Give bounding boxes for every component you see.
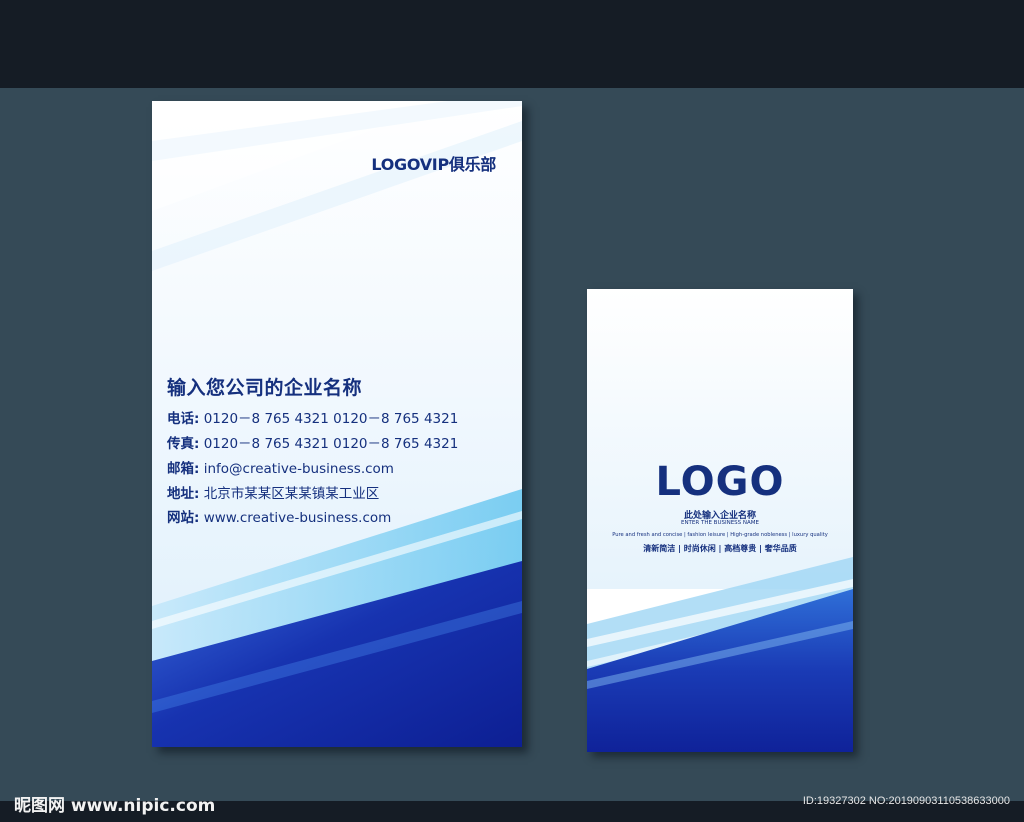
slogan-cn: 清新简洁 | 时尚休闲 | 高档尊贵 | 奢华品质 (643, 544, 797, 553)
address-label: 地址: (167, 486, 200, 502)
logo-text: LOGO (655, 459, 785, 505)
top-dark-band (0, 0, 1024, 88)
business-card-back: LOGO 此处输入企业名称 ENTER THE BUSINESS NAME Pu… (587, 289, 853, 752)
business-card-front: LOGOVIP俱乐部 输入您公司的企业名称 电话: 0120－8 765 432… (152, 101, 522, 747)
email-line: 邮箱: info@creative-business.com (167, 457, 394, 477)
fax-line: 传真: 0120－8 765 4321 0120－8 765 4321 (167, 432, 458, 452)
watermark-site: 昵图网 www.nipic.com (14, 796, 216, 816)
address-line: 地址: 北京市某某区某某镇某工业区 (167, 482, 379, 502)
fax-label: 传真: (167, 436, 200, 452)
website-line: 网站: www.creative-business.com (167, 506, 391, 526)
phone-label: 电话: (167, 411, 200, 427)
phone-value: 0120－8 765 4321 0120－8 765 4321 (203, 411, 459, 427)
fax-value: 0120－8 765 4321 0120－8 765 4321 (203, 436, 459, 452)
website-value: www.creative-business.com (203, 510, 392, 526)
slogan-en: Pure and fresh and concise | fashion lei… (612, 532, 828, 538)
business-name-en: ENTER THE BUSINESS NAME (680, 520, 760, 526)
email-label: 邮箱: (167, 461, 200, 477)
phone-line: 电话: 0120－8 765 4321 0120－8 765 4321 (167, 407, 458, 427)
watermark-id: ID:19327302 NO:20190903110538633000 (802, 795, 1010, 807)
email-value: info@creative-business.com (203, 461, 394, 477)
company-name: 输入您公司的企业名称 (167, 377, 363, 399)
website-label: 网站: (167, 510, 200, 526)
address-value: 北京市某某区某某镇某工业区 (203, 486, 380, 502)
club-title: LOGOVIP俱乐部 (371, 155, 496, 174)
